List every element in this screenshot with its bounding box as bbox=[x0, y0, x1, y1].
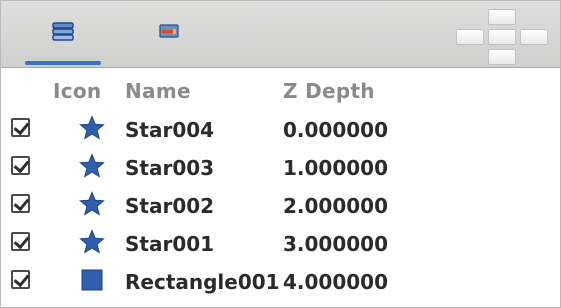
dock-bottom-icon[interactable] bbox=[488, 49, 516, 65]
layer-name: Star001 bbox=[125, 232, 215, 256]
layer-z-depth: 2.000000 bbox=[283, 194, 389, 218]
column-header-icon[interactable]: Icon bbox=[53, 79, 101, 103]
visibility-checkbox[interactable] bbox=[11, 232, 30, 251]
tab-object-properties[interactable] bbox=[121, 1, 217, 67]
tab-layers[interactable] bbox=[15, 1, 111, 67]
dock-left-icon[interactable] bbox=[456, 29, 484, 45]
star-icon bbox=[79, 191, 105, 217]
layer-z-depth: 0.000000 bbox=[283, 118, 389, 142]
layer-row[interactable]: Star002 2.000000 bbox=[1, 187, 560, 225]
star-icon bbox=[79, 153, 105, 179]
layer-z-depth: 1.000000 bbox=[283, 156, 389, 180]
column-header-name[interactable]: Name bbox=[125, 79, 191, 103]
layer-row[interactable]: Star004 0.000000 bbox=[1, 111, 560, 149]
column-header-z-depth[interactable]: Z Depth bbox=[283, 79, 375, 103]
visibility-checkbox[interactable] bbox=[11, 118, 30, 137]
star-icon bbox=[79, 229, 105, 255]
star-icon bbox=[79, 115, 105, 141]
layer-row[interactable]: Rectangle001 4.000000 bbox=[1, 263, 560, 301]
layer-name: Star003 bbox=[125, 156, 215, 180]
layer-name: Star004 bbox=[125, 118, 215, 142]
rectangle-icon bbox=[79, 267, 105, 293]
dock-center-icon[interactable] bbox=[488, 29, 516, 45]
dock-top-icon[interactable] bbox=[488, 9, 516, 25]
layer-row[interactable]: Star001 3.000000 bbox=[1, 225, 560, 263]
layer-name: Star002 bbox=[125, 194, 215, 218]
layer-z-depth: 3.000000 bbox=[283, 232, 389, 256]
visibility-checkbox[interactable] bbox=[11, 194, 30, 213]
object-properties-icon bbox=[156, 21, 182, 47]
dock-right-icon[interactable] bbox=[520, 29, 548, 45]
layer-row[interactable]: Star003 1.000000 bbox=[1, 149, 560, 187]
layer-z-depth: 4.000000 bbox=[283, 270, 389, 294]
layers-stack-icon bbox=[50, 21, 76, 47]
dock-position-handle[interactable] bbox=[456, 9, 548, 67]
layers-panel: Icon Name Z Depth Star004 0.000000 Star0… bbox=[0, 0, 561, 308]
column-header: Icon Name Z Depth bbox=[1, 68, 560, 110]
panel-tab-bar bbox=[1, 1, 560, 68]
layer-name: Rectangle001 bbox=[125, 270, 280, 294]
visibility-checkbox[interactable] bbox=[11, 270, 30, 289]
visibility-checkbox[interactable] bbox=[11, 156, 30, 175]
